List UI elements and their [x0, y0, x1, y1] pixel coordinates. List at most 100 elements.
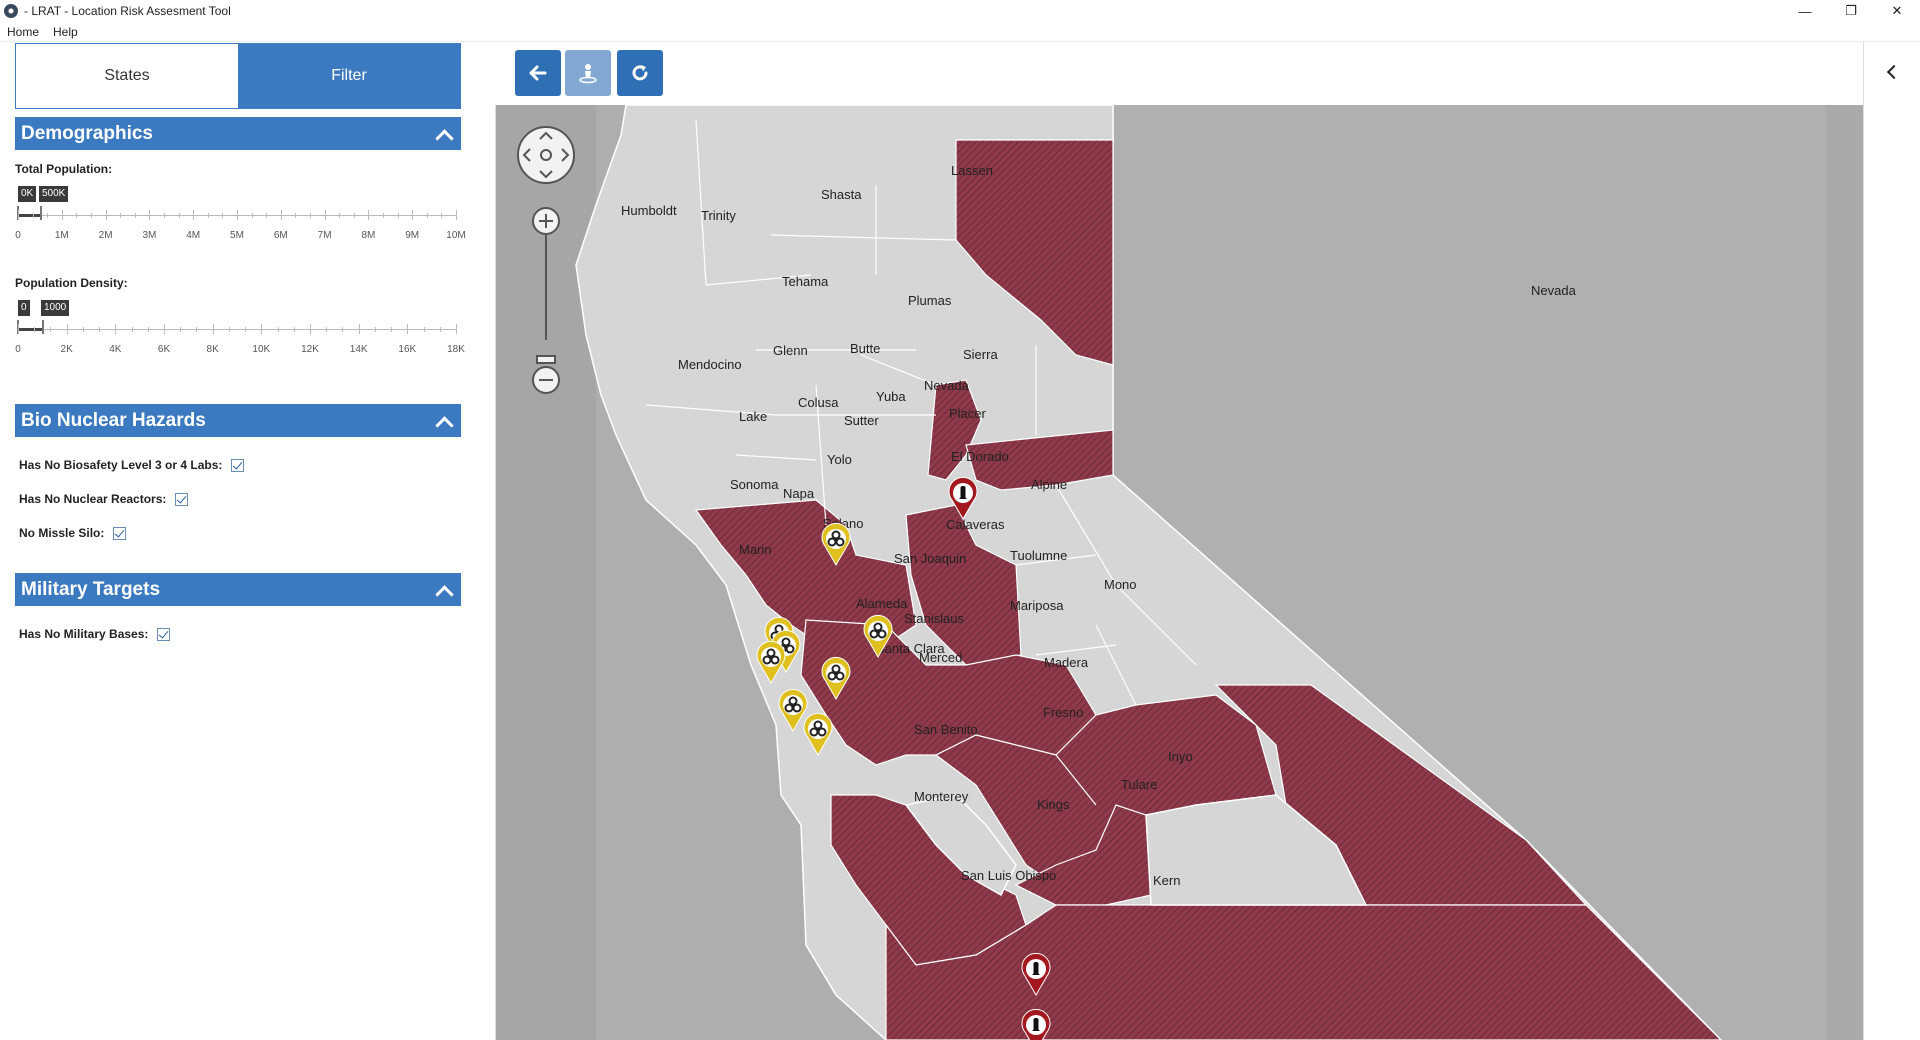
slider-tick: [228, 327, 230, 332]
chevron-up-icon[interactable]: [435, 581, 453, 599]
tab-filter[interactable]: Filter: [238, 44, 460, 108]
slider-low-value: 0K: [18, 186, 37, 202]
county-label: San Joaquin: [894, 551, 966, 566]
menu-help[interactable]: Help: [46, 25, 85, 39]
county-label: Tehama: [782, 274, 829, 289]
right-panel: [1863, 42, 1920, 1040]
biosafety-lab-checkbox[interactable]: [231, 458, 245, 472]
demographics-header[interactable]: Demographics: [15, 117, 461, 150]
back-button[interactable]: [515, 50, 561, 96]
slider-tick: [50, 327, 52, 332]
state-label-nevada: Nevada: [1531, 283, 1577, 298]
county-label: Nevada: [924, 378, 970, 393]
slider-high-handle[interactable]: [39, 206, 42, 220]
county-label: Trinity: [701, 208, 736, 223]
slider-tick: [280, 210, 282, 220]
slider-tick: [391, 327, 393, 332]
slider-tick-label: 5M: [230, 230, 244, 241]
close-button[interactable]: ✕: [1874, 0, 1920, 22]
county-label: Plumas: [908, 293, 952, 308]
biosafety-lab-filter: Has No Biosafety Level 3 or 4 Labs:: [19, 458, 245, 472]
slider-tick: [358, 324, 360, 334]
person-pin-icon: [579, 64, 597, 84]
missile-silo-filter: No Missle Silo:: [19, 526, 127, 540]
nuclear-reactor-filter: Has No Nuclear Reactors:: [19, 492, 189, 506]
section-title: Military Targets: [21, 578, 161, 600]
population-density-slider[interactable]: 0 1000 0 2K 4K 6K 8K 10K 12K 14K 16K 18K: [15, 300, 465, 370]
county-label: Yolo: [827, 452, 852, 467]
california-county-map[interactable]: Nevada Humboldt Trinity Shasta Lassen Tehama…: [496, 105, 1863, 1040]
tab-states[interactable]: States: [16, 44, 238, 108]
slider-tick: [310, 213, 311, 218]
minimize-button[interactable]: —: [1782, 0, 1828, 22]
slider-high-value: 1000: [41, 300, 70, 316]
county-label: Sonoma: [730, 477, 779, 492]
zoom-slider-handle[interactable]: [536, 355, 556, 364]
county-label: Tuolumne: [1010, 548, 1067, 563]
missile-silo-checkbox[interactable]: [113, 526, 127, 540]
bio-nuclear-header[interactable]: Bio Nuclear Hazards: [15, 404, 461, 437]
slider-tick: [374, 327, 376, 332]
locate-person-button[interactable]: [565, 50, 611, 96]
slider-tick: [207, 213, 209, 218]
slider-tick-label: 2M: [98, 230, 113, 241]
slider-tick-label: 18K: [447, 344, 465, 355]
slider-tick: [310, 324, 311, 334]
total-population-slider[interactable]: 0K 500K 0 1M 2M 3M 4M 5M 6M 7M 8M 9M 10M: [15, 186, 466, 256]
section-title: Bio Nuclear Hazards: [21, 409, 206, 431]
county-label: Humboldt: [621, 203, 677, 218]
slider-tick: [245, 327, 247, 332]
county-label: Mariposa: [1010, 598, 1064, 613]
county-label: Merced: [919, 650, 962, 665]
menu-home[interactable]: Home: [0, 25, 46, 39]
county-label: Colusa: [798, 395, 839, 410]
slider-tick: [193, 210, 195, 220]
slider-tick: [261, 324, 263, 334]
county-label: Sierra: [963, 347, 998, 362]
slider-high-value: 500K: [39, 186, 69, 202]
slider-tick: [18, 210, 19, 220]
slider-high-handle[interactable]: [42, 320, 45, 334]
slider-tick: [293, 327, 295, 332]
slider-tick: [149, 210, 151, 220]
checkbox-label: Has No Biosafety Level 3 or 4 Labs:: [19, 458, 223, 472]
refresh-button[interactable]: [617, 50, 663, 96]
county-label: Placer: [949, 406, 987, 421]
refresh-icon: [632, 65, 648, 81]
slider-tick-label: 9M: [405, 230, 420, 241]
total-population-label: Total Population:: [15, 162, 113, 176]
checkbox-label: Has No Nuclear Reactors:: [19, 492, 167, 506]
restore-button[interactable]: ❐: [1828, 0, 1874, 22]
slider-range-fill: [18, 214, 40, 217]
sidebar-tabs: States Filter: [15, 43, 461, 109]
slider-tick-label: 14K: [349, 344, 368, 355]
county-label: Napa: [783, 486, 815, 501]
slider-tick: [196, 327, 198, 332]
county-label: Kern: [1153, 873, 1180, 888]
chevron-left-icon[interactable]: [1884, 64, 1900, 80]
slider-tick: [397, 213, 399, 218]
nuclear-reactor-checkbox[interactable]: [175, 492, 189, 506]
military-targets-header[interactable]: Military Targets: [15, 573, 461, 606]
slider-tick: [76, 213, 78, 218]
county-label: Alameda: [856, 596, 908, 611]
county-label: Mono: [1104, 577, 1137, 592]
slider-range-fill: [18, 328, 43, 331]
slider-tick: [456, 210, 457, 220]
slider-tick: [456, 324, 457, 334]
slider-tick: [66, 324, 68, 334]
slider-tick: [251, 213, 253, 218]
county-label: Shasta: [821, 187, 862, 202]
chevron-up-icon[interactable]: [435, 125, 453, 143]
filter-sidebar: States Filter Demographics Total Populat…: [0, 42, 470, 1040]
slider-tick-label: 0: [15, 344, 21, 355]
slider-tick: [423, 327, 425, 332]
county-label: Lassen: [951, 163, 993, 178]
slider-tick-label: 1M: [54, 230, 69, 241]
military-base-checkbox[interactable]: [157, 627, 171, 641]
map-view[interactable]: Nevada Humboldt Trinity Shasta Lassen Tehama…: [495, 105, 1863, 1040]
app-logo-icon: [4, 4, 18, 18]
pan-control-icon[interactable]: [517, 126, 575, 184]
slider-tick: [368, 210, 370, 220]
chevron-up-icon[interactable]: [435, 412, 453, 430]
